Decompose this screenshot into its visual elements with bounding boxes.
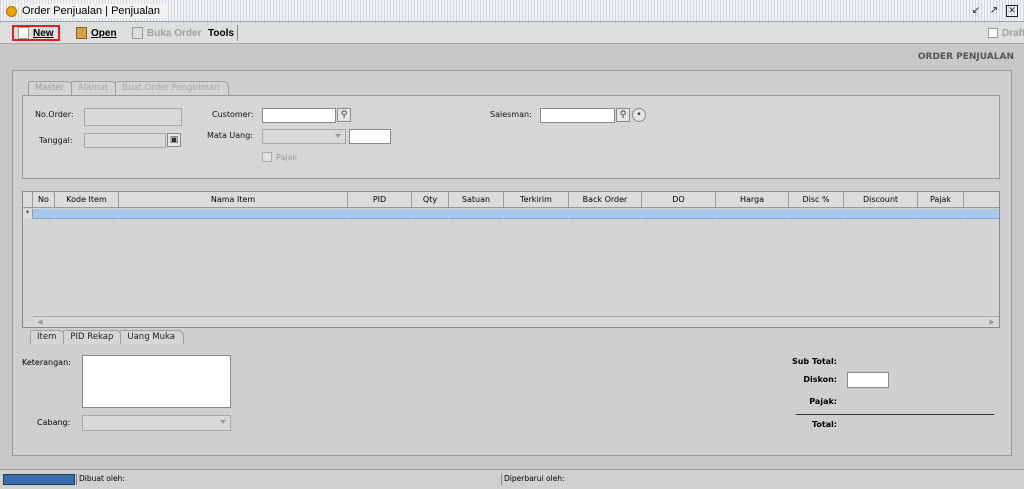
keterangan-label: Keterangan: (22, 358, 71, 367)
tanggal-field[interactable] (84, 133, 166, 148)
salesman-label: Salesman: (490, 110, 532, 119)
window-titlebar: Order Penjualan | Penjualan ↙ ↗ ✕ (0, 0, 1024, 22)
scroll-left-icon[interactable]: ◀ (35, 318, 45, 326)
status-bar: Dibuat oleh: Diperbarui oleh: (0, 469, 1024, 489)
col-terkirim[interactable]: Terkirim (504, 192, 569, 208)
cell-discount[interactable] (844, 209, 918, 219)
pajak-label: Pajak (276, 153, 298, 162)
total-label: Total: (811, 420, 837, 429)
cabang-label: Cabang: (37, 418, 71, 427)
cell-disc-percent[interactable] (789, 209, 844, 219)
customer-label: Customer: (212, 110, 254, 119)
tab-buat-order-pengiriman[interactable]: Buat Order Pengiriman (115, 81, 229, 95)
col-discount[interactable]: Discount (844, 192, 918, 208)
col-harga[interactable]: Harga (716, 192, 789, 208)
no-order-label: No.Order: (35, 110, 74, 119)
tab-alamat[interactable]: Alamat (71, 81, 118, 95)
salesman-field[interactable] (540, 108, 615, 123)
item-grid: No Kode Item Nama Item PID Qty Satuan Te… (22, 191, 1000, 328)
sub-total-label: Sub Total: (791, 357, 837, 366)
mata-uang-label: Mata Uang: (207, 131, 253, 140)
page-title: ORDER PENJUALAN (917, 52, 1014, 62)
grid-header: No Kode Item Nama Item PID Qty Satuan Te… (23, 192, 999, 208)
cell-terkirim[interactable] (504, 209, 569, 219)
window-title: Order Penjualan | Penjualan (22, 4, 167, 18)
salesman-clear-icon[interactable]: • (632, 108, 646, 122)
top-tabs: Master Alamat Buat Order Pengiriman (28, 81, 229, 95)
diskon-field[interactable] (847, 372, 889, 388)
cell-satuan[interactable] (449, 209, 504, 219)
cell-pid[interactable] (348, 209, 412, 219)
document-icon (132, 27, 143, 39)
cell-nama-item[interactable] (119, 209, 348, 219)
col-nama-item[interactable]: Nama Item (119, 192, 348, 208)
maximize-icon[interactable]: ↗ (988, 5, 1000, 17)
tab-uang-muka[interactable]: Uang Muka (120, 330, 184, 344)
folder-open-icon (76, 27, 87, 39)
col-do[interactable]: DO (642, 192, 716, 208)
customer-field[interactable] (262, 108, 336, 123)
tanggal-label: Tanggal: (39, 136, 73, 145)
app-icon (6, 6, 17, 17)
open-button[interactable]: Open (76, 25, 117, 41)
toolbar: New Open Buka Order Tools Draft (0, 22, 1024, 44)
mata-uang-select[interactable] (262, 129, 346, 144)
cell-do[interactable] (642, 209, 716, 219)
tab-pid-rekap[interactable]: PID Rekap (63, 330, 123, 344)
draft-checkbox-box (988, 28, 998, 38)
new-button[interactable]: New (12, 25, 60, 41)
col-pid[interactable]: PID (348, 192, 412, 208)
salesman-search-icon[interactable]: ⚲ (616, 108, 630, 122)
master-panel: No.Order: Tanggal: ▣ Customer: ⚲ Mata Ua… (22, 95, 1000, 179)
col-kode-item[interactable]: Kode Item (55, 192, 119, 208)
col-no[interactable]: No (33, 192, 55, 208)
cell-pajak[interactable] (918, 209, 964, 219)
tab-item[interactable]: Item (30, 330, 66, 344)
col-qty[interactable]: Qty (412, 192, 449, 208)
row-marker: * (23, 209, 33, 219)
horizontal-scrollbar[interactable]: ◀ ▶ (33, 316, 999, 327)
chevron-down-icon (220, 420, 226, 424)
diperbarui-oleh: Diperbarui oleh: (501, 474, 1021, 485)
pajak-checkbox[interactable] (262, 152, 272, 162)
toolbar-separator (237, 25, 238, 41)
scroll-right-icon[interactable]: ▶ (987, 318, 997, 326)
restore-icon[interactable]: ↙ (970, 5, 982, 17)
kurs-field[interactable] (349, 129, 391, 144)
col-satuan[interactable]: Satuan (449, 192, 504, 208)
diskon-label: Diskon: (803, 375, 837, 384)
buka-order-label: Buka Order (147, 27, 202, 39)
close-icon[interactable]: ✕ (1006, 5, 1018, 17)
cell-no[interactable] (33, 209, 55, 219)
tools-menu-label: Tools (208, 27, 234, 39)
no-order-field[interactable] (84, 108, 182, 126)
customer-search-icon[interactable]: ⚲ (337, 108, 351, 122)
tools-menu[interactable]: Tools (208, 25, 234, 41)
cell-qty[interactable] (412, 209, 449, 219)
draft-label: Draft (1002, 27, 1024, 39)
tab-master[interactable]: Master (28, 81, 74, 95)
open-button-label: Open (91, 27, 117, 39)
total-divider (796, 414, 994, 415)
keterangan-textarea[interactable] (82, 355, 231, 408)
cell-kode-item[interactable] (55, 209, 119, 219)
calendar-icon[interactable]: ▣ (167, 133, 181, 147)
cell-back-order[interactable] (569, 209, 642, 219)
draft-checkbox[interactable]: Draft (988, 25, 1024, 41)
col-pajak[interactable]: Pajak (918, 192, 964, 208)
pajak-total-label: Pajak: (809, 397, 837, 406)
progress-indicator (3, 474, 75, 485)
grid-corner (23, 192, 33, 208)
cabang-select[interactable] (82, 415, 231, 431)
new-button-label: New (33, 27, 54, 39)
buka-order-button[interactable]: Buka Order (132, 25, 201, 41)
bottom-tabs: Item PID Rekap Uang Muka (30, 330, 184, 344)
col-disc-percent[interactable]: Disc % (789, 192, 844, 208)
dibuat-oleh: Dibuat oleh: (76, 474, 500, 485)
table-row[interactable]: * (23, 209, 999, 219)
new-document-icon (18, 27, 29, 39)
cell-harga[interactable] (716, 209, 789, 219)
col-back-order[interactable]: Back Order (569, 192, 642, 208)
chevron-down-icon (335, 134, 341, 138)
